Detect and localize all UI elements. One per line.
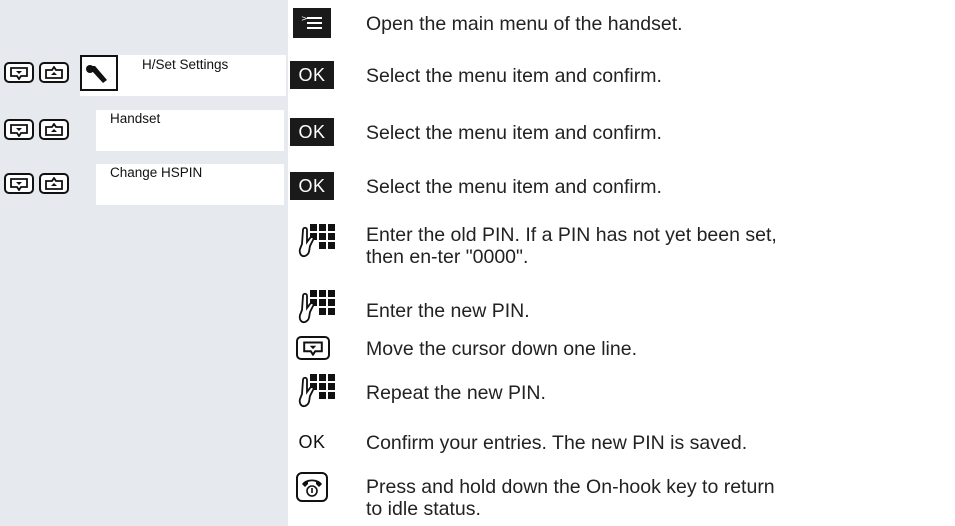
- display-label: H/Set Settings: [142, 57, 229, 72]
- display-menu-item: H/Set Settings: [80, 55, 286, 96]
- display-menu-item: Change HSPIN: [96, 164, 284, 205]
- step-text: Enter the new PIN.: [366, 300, 530, 322]
- control-key-down-icon: [296, 336, 330, 360]
- step-text: Confirm your entries. The new PIN is sav…: [366, 432, 748, 454]
- keypad-icon: [297, 372, 337, 412]
- control-key-down-icon: [4, 62, 34, 83]
- ok-key: OK: [290, 118, 334, 146]
- ok-key: OK: [290, 61, 334, 89]
- control-key-up-icon: [39, 173, 69, 194]
- control-key-down-icon: [4, 173, 34, 194]
- navigation-keys: [4, 62, 69, 83]
- navigation-keys: [4, 173, 69, 194]
- step-text: Move the cursor down one line.: [366, 338, 637, 360]
- ok-key: OK: [290, 172, 334, 200]
- control-key-down-icon: [4, 119, 34, 140]
- wrench-icon: [80, 55, 118, 91]
- svg-text:>: >: [301, 14, 308, 23]
- step-text: Press and hold down the On-hook key to r…: [366, 476, 775, 520]
- navigation-keys: [4, 119, 69, 140]
- display-label: Change HSPIN: [110, 165, 203, 180]
- step-text: Select the menu item and confirm.: [366, 122, 662, 144]
- step-text: Select the menu item and confirm.: [366, 65, 662, 87]
- control-key-up-icon: [39, 62, 69, 83]
- step-text: Enter the old PIN. If a PIN has not yet …: [366, 224, 777, 268]
- ok-display-key: OK: [298, 431, 326, 452]
- display-label: Handset: [110, 111, 161, 126]
- step-text: Select the menu item and confirm.: [366, 176, 662, 198]
- keypad-icon: [297, 222, 337, 262]
- on-hook-key-icon: [296, 472, 328, 502]
- keypad-icon: [297, 288, 337, 328]
- display-menu-item: Handset: [96, 110, 284, 151]
- step-text: Repeat the new PIN.: [366, 382, 546, 404]
- step-text: Open the main menu of the handset.: [366, 13, 683, 35]
- menu-key-icon: >: [293, 8, 331, 38]
- control-key-up-icon: [39, 119, 69, 140]
